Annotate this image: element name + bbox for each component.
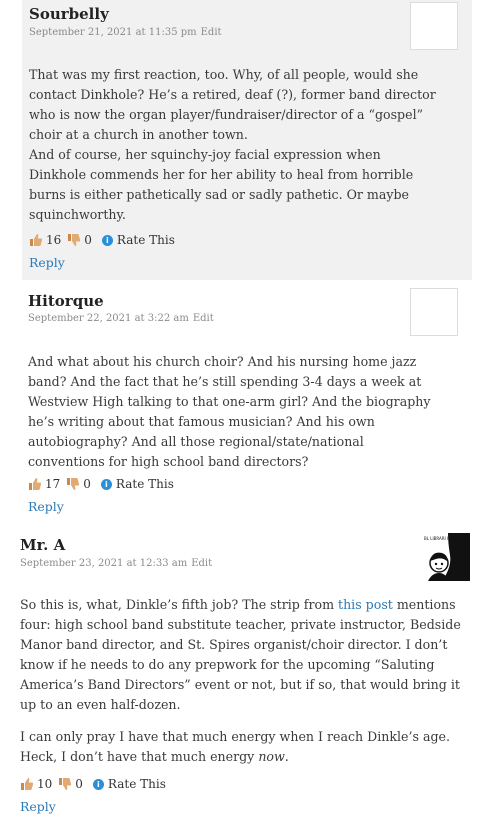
rating-bar: 17 0 i Rate This [28, 477, 174, 491]
comment-meta: September 21, 2021 at 11:35 pm Edit [29, 27, 222, 38]
reply-link[interactable]: Reply [29, 255, 65, 270]
rating-bar: 10 0 i Rate This [20, 777, 166, 791]
comment-date[interactable]: September 23, 2021 at 12:33 am [20, 558, 187, 569]
thumbs-down-icon[interactable] [66, 477, 80, 491]
comment-meta: September 23, 2021 at 12:33 am Edit [20, 558, 212, 569]
comment-author[interactable]: Sourbelly [29, 5, 109, 23]
likes-count: 16 [46, 233, 62, 247]
comment-body: So this is, what, Dinkle’s fifth job? Th… [20, 595, 474, 779]
likes-count: 17 [45, 477, 61, 491]
comment-date[interactable]: September 22, 2021 at 3:22 am [28, 313, 189, 324]
avatar[interactable] [410, 2, 458, 50]
comment-meta: September 22, 2021 at 3:22 am Edit [28, 313, 214, 324]
dislikes-count: 0 [75, 777, 83, 791]
this-post-link[interactable]: this post [338, 597, 393, 612]
avatar[interactable] [410, 288, 458, 336]
rate-this-label[interactable]: Rate This [117, 233, 175, 247]
comment-body: And what about his church choir? And his… [28, 352, 440, 484]
comment-sourbelly: Sourbelly September 21, 2021 at 11:35 pm… [22, 0, 472, 280]
thumbs-up-icon[interactable] [28, 477, 42, 491]
thumbs-down-icon[interactable] [67, 233, 81, 247]
comment-paragraph: And what about his church choir? And his… [28, 354, 431, 469]
comment-author[interactable]: Mr. A [20, 536, 65, 554]
comment-paragraph: So this is, what, Dinkle’s fifth job? Th… [20, 595, 474, 715]
rate-this-label[interactable]: Rate This [116, 477, 174, 491]
comment-text: . [284, 749, 289, 764]
comment-date[interactable]: September 21, 2021 at 11:35 pm [29, 27, 197, 38]
comment-text: mentions four: high school band substitu… [20, 597, 461, 712]
edit-link[interactable]: Edit [193, 313, 214, 324]
likes-count: 10 [37, 777, 53, 791]
info-icon[interactable]: i [100, 478, 112, 490]
thumbs-up-icon[interactable] [20, 777, 34, 791]
comment-paragraph: And of course, her squinchy-joy facial e… [29, 147, 414, 222]
avatar-comic-image: BL LIBRARI I DEAL [422, 533, 470, 581]
dislikes-count: 0 [83, 477, 91, 491]
comment-text: So this is, what, Dinkle’s fifth job? Th… [20, 597, 339, 612]
reply-link[interactable]: Reply [28, 499, 64, 514]
rate-this-label[interactable]: Rate This [108, 777, 166, 791]
comment-mr-a: Mr. A September 23, 2021 at 12:33 am Edit… [12, 525, 478, 825]
comment-text: I can only pray I have that much energy … [20, 729, 450, 764]
info-icon[interactable]: i [92, 778, 104, 790]
thumbs-up-icon[interactable] [29, 233, 43, 247]
rating-bar: 16 0 i Rate This [29, 233, 175, 247]
info-icon[interactable]: i [101, 234, 113, 246]
avatar-comic[interactable]: BL LIBRARI I DEAL [422, 533, 470, 581]
edit-link[interactable]: Edit [201, 27, 222, 38]
avatar-caption: BL LIBRARI I DEAL [424, 536, 461, 541]
comment-body: That was my first reaction, too. Why, of… [29, 65, 441, 237]
comment-paragraph: I can only pray I have that much energy … [20, 727, 474, 767]
comment-author[interactable]: Hitorque [28, 292, 104, 310]
emphasis-text: now [258, 749, 285, 764]
comment-hitorque: Hitorque September 22, 2021 at 3:22 am Ed… [22, 280, 472, 520]
dislikes-count: 0 [84, 233, 92, 247]
thumbs-down-icon[interactable] [58, 777, 72, 791]
edit-link[interactable]: Edit [191, 558, 212, 569]
comment-paragraph: That was my first reaction, too. Why, of… [29, 67, 436, 142]
reply-link[interactable]: Reply [20, 799, 56, 814]
